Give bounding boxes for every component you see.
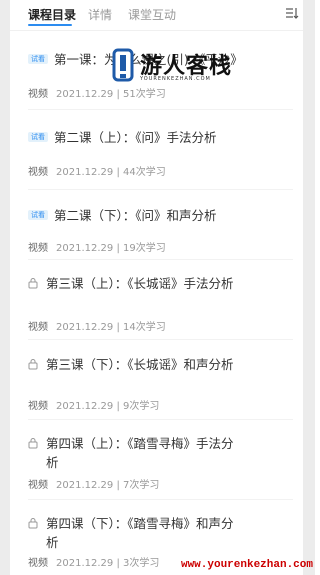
- sort-list-icon[interactable]: [285, 6, 299, 20]
- lock-icon: [28, 518, 38, 529]
- lesson-title: 第二课（下）：《问》和声分析: [54, 208, 217, 223]
- lesson-date: 2021.12.29: [56, 89, 114, 100]
- lesson-item[interactable]: 第三课（上）：《长城谣》手法分析 视频 2021.12.29 | 14次学习: [10, 260, 303, 340]
- lesson-title: 第四课（下）：《踏雪寻梅》和声分析: [46, 516, 234, 550]
- lesson-kind: 视频: [28, 243, 48, 254]
- lock-icon: [28, 278, 38, 289]
- watermark-url: www.yourenkezhan.com: [180, 559, 313, 571]
- lesson-item[interactable]: 试看 第二课（下）：《问》和声分析 视频 2021.12.29 | 19次学习: [10, 190, 303, 260]
- exclamation-logo-icon: [112, 48, 134, 82]
- tab-details[interactable]: 详情: [88, 6, 112, 23]
- lesson-views: 9次学习: [123, 401, 160, 412]
- lesson-kind: 视频: [28, 480, 48, 491]
- trial-badge: 试看: [28, 132, 48, 142]
- tab-interaction[interactable]: 课堂互动: [128, 6, 176, 23]
- lesson-views: 19次学习: [123, 243, 166, 254]
- lesson-item[interactable]: 第三课（下）：《长城谣》和声分析 视频 2021.12.29 | 9次学习: [10, 340, 303, 420]
- lesson-item[interactable]: 第四课（上）：《踏雪寻梅》手法分析 视频 2021.12.29 | 7次学习: [10, 420, 303, 500]
- tab-catalog[interactable]: 课程目录: [28, 6, 76, 23]
- lesson-title: 第三课（下）：《长城谣》和声分析: [46, 357, 234, 372]
- lesson-item[interactable]: 试看 第二课（上）：《问》手法分析 视频 2021.12.29 | 44次学习: [10, 110, 303, 190]
- lesson-kind: 视频: [28, 89, 48, 100]
- trial-badge: 试看: [28, 210, 48, 220]
- lesson-views: 14次学习: [123, 322, 166, 333]
- lesson-date: 2021.12.29: [56, 322, 114, 333]
- lesson-date: 2021.12.29: [56, 401, 114, 412]
- lesson-title: 第二课（上）：《问》手法分析: [54, 130, 217, 145]
- active-tab-indicator: [28, 24, 72, 26]
- lesson-views: 7次学习: [123, 480, 160, 491]
- lesson-date: 2021.12.29: [56, 480, 114, 491]
- lock-icon: [28, 438, 38, 449]
- lesson-views: 3次学习: [123, 558, 160, 569]
- lesson-title: 第三课（上）：《长城谣》手法分析: [46, 276, 234, 291]
- lesson-kind: 视频: [28, 167, 48, 178]
- lesson-kind: 视频: [28, 558, 48, 569]
- lesson-kind: 视频: [28, 322, 48, 333]
- lock-icon: [28, 359, 38, 370]
- right-frame: [303, 0, 315, 575]
- watermark-subtitle: YOURENKEZHAN.COM: [140, 76, 211, 82]
- course-page: 课程目录 详情 课堂互动 试看 第一课：为什么课之(引) 《平沙》 视频 2021…: [10, 0, 303, 575]
- lesson-date: 2021.12.29: [56, 558, 114, 569]
- lesson-date: 2021.12.29: [56, 167, 114, 178]
- left-frame: [0, 0, 10, 575]
- lesson-title: 第四课（上）：《踏雪寻梅》手法分析: [46, 436, 234, 470]
- watermark-logo: 游人客栈 YOURENKEZHAN.COM: [110, 46, 270, 94]
- tab-bar: 课程目录 详情 课堂互动: [10, 0, 303, 31]
- lesson-kind: 视频: [28, 401, 48, 412]
- lesson-date: 2021.12.29: [56, 243, 114, 254]
- trial-badge: 试看: [28, 54, 48, 64]
- lesson-views: 44次学习: [123, 167, 166, 178]
